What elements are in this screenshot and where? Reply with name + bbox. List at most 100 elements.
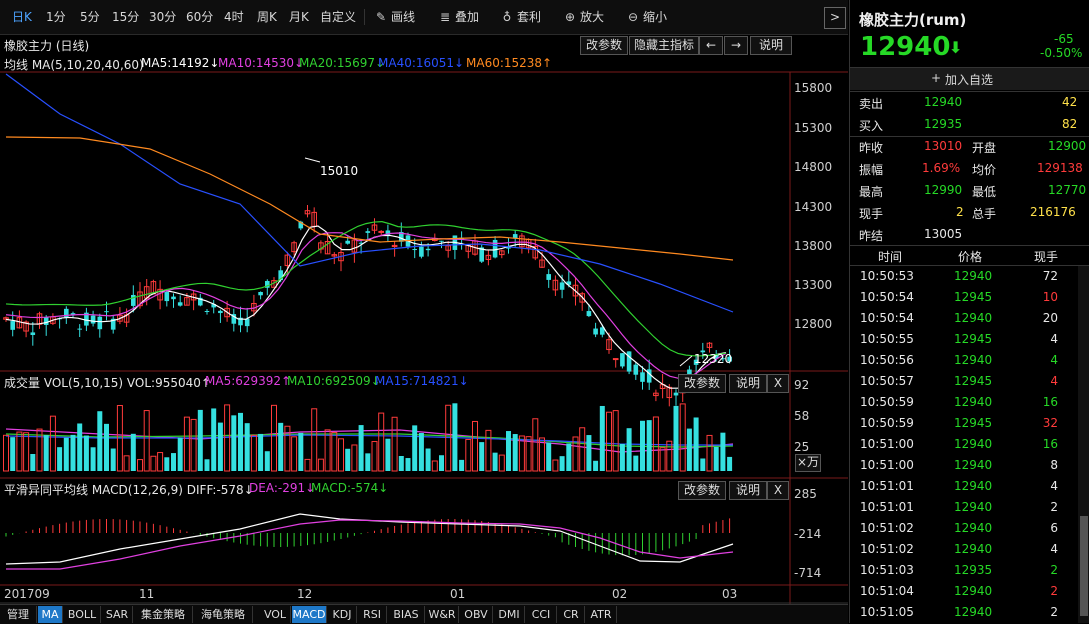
tab-bias[interactable]: BIAS	[388, 606, 425, 623]
candle	[492, 236, 498, 259]
candle	[190, 290, 197, 311]
arbitrage-button[interactable]: ♁ 套利	[500, 8, 541, 26]
period-60min[interactable]: 60分	[186, 8, 213, 26]
volume-bar	[371, 441, 378, 472]
volume-bar	[90, 447, 96, 471]
tab-vol[interactable]: VOL	[260, 606, 291, 623]
chart-canvas[interactable]: 15010 12320	[0, 34, 848, 604]
period-month-k[interactable]: 月K	[289, 8, 309, 26]
tick-price: 12940	[954, 479, 993, 493]
candle	[171, 293, 176, 308]
tick-price: 12940	[954, 605, 993, 619]
tab-rsi[interactable]: RSI	[358, 606, 387, 623]
candle	[304, 205, 311, 218]
tick-time: 10:50:54	[860, 311, 914, 325]
toolbar-next-button[interactable]: >	[824, 7, 846, 29]
zoom-in-button[interactable]: ⊕ 放大	[563, 8, 604, 26]
tab-sar[interactable]: SAR	[102, 606, 133, 623]
price-tick: 12800	[794, 317, 833, 331]
tick-qty: 2	[1050, 563, 1058, 577]
tab-macd[interactable]: MACD	[292, 606, 327, 623]
period-week-k[interactable]: 周K	[257, 8, 277, 26]
down-arrow-icon: ⬇	[949, 38, 963, 57]
candle	[546, 269, 551, 288]
macd-dea-value: DEA:-291↓	[249, 481, 316, 495]
tick-row: 10:51:00 12940 16	[850, 434, 1078, 455]
macd-close-button[interactable]: X	[767, 481, 789, 500]
tick-qty: 2	[1050, 605, 1058, 619]
tab-cr[interactable]: CR	[558, 606, 585, 623]
tab-dmi[interactable]: DMI	[494, 606, 525, 623]
stat-value-prev-settle: 13005	[924, 227, 963, 241]
draw-line-button[interactable]: ✎ 画线	[374, 8, 415, 26]
add-watchlist-button[interactable]: + 加入自选	[850, 68, 1089, 90]
volume-bar	[720, 432, 726, 471]
period-4h[interactable]: 4时	[224, 8, 244, 26]
bid-label: 买入	[859, 119, 884, 133]
macd-value: MACD:-574↓	[311, 481, 389, 495]
macd-params-button[interactable]: 改参数	[678, 481, 726, 500]
tick-time: 10:50:59	[860, 395, 914, 409]
candle	[612, 358, 619, 368]
tab-ma[interactable]: MA	[38, 606, 63, 623]
candle	[485, 249, 492, 266]
divider	[850, 91, 1089, 92]
volume-bar	[358, 425, 364, 471]
low-marker: 12320	[679, 352, 732, 367]
scrollbar-thumb[interactable]	[1080, 516, 1088, 616]
volume-bar	[445, 404, 452, 472]
time-axis-label: 201709	[4, 587, 50, 601]
candle	[258, 291, 263, 300]
volume-bar	[391, 416, 398, 472]
volume-bar	[143, 410, 150, 472]
volume-bar	[612, 410, 619, 472]
tab-obv[interactable]: OBV	[460, 606, 493, 623]
tab-manage[interactable]: 管理	[0, 606, 37, 623]
tick-list[interactable]: 10:50:53 12940 72 10:50:54 12945 10 10:50:54 12…	[850, 266, 1078, 623]
candle	[117, 307, 123, 325]
volume-bar	[197, 409, 203, 471]
period-5min[interactable]: 5分	[80, 8, 100, 26]
volume-bar	[317, 458, 324, 472]
period-30min[interactable]: 30分	[149, 8, 176, 26]
period-15min[interactable]: 15分	[112, 8, 139, 26]
tick-price: 12945	[954, 290, 993, 304]
tab-wr[interactable]: W&R	[426, 606, 459, 623]
volume-bar	[150, 455, 157, 472]
volume-bar	[238, 412, 243, 471]
candle	[36, 311, 43, 329]
tab-kdj[interactable]: KDJ	[328, 606, 357, 623]
period-1min[interactable]: 1分	[46, 8, 66, 26]
time-axis-label: 02	[612, 587, 628, 601]
stat-value-total-qty: 216176	[1030, 205, 1076, 219]
tick-qty: 16	[1042, 395, 1058, 409]
macd-help-button[interactable]: 说明	[729, 481, 767, 500]
volume-params-button[interactable]: 改参数	[678, 374, 726, 393]
volume-close-button[interactable]: X	[767, 374, 789, 393]
period-day-k[interactable]: 日K	[12, 8, 32, 26]
volume-bar	[412, 425, 418, 471]
volume-bar	[439, 455, 444, 471]
zoom-out-button[interactable]: ⊖ 缩小	[626, 8, 667, 26]
stat-value-avg: 129138	[1037, 161, 1083, 175]
volume-bar	[311, 408, 318, 472]
tab-atr[interactable]: ATR	[586, 606, 617, 623]
volume-help-button[interactable]: 说明	[729, 374, 767, 393]
candle	[177, 295, 183, 307]
tick-time: 10:50:55	[860, 332, 914, 346]
tick-row: 10:50:56 12940 4	[850, 350, 1078, 371]
tab-turtle-strategy[interactable]: 海龟策略	[194, 606, 253, 623]
tab-cci[interactable]: CCI	[526, 606, 557, 623]
tick-qty: 4	[1050, 542, 1058, 556]
add-watchlist-label: 加入自选	[945, 73, 994, 87]
tick-row: 10:51:02 12940 6	[850, 518, 1078, 539]
tick-row: 10:50:59 12940 16	[850, 392, 1078, 413]
volume-label: 成交量 VOL(5,10,15) VOL:955040↑	[4, 376, 211, 390]
overlay-button[interactable]: ≣ 叠加	[438, 8, 479, 26]
tab-boll[interactable]: BOLL	[64, 606, 101, 623]
tick-list-scrollbar[interactable]	[1078, 266, 1089, 623]
macd-tick: -214	[794, 527, 822, 541]
tab-jijin-strategy[interactable]: 集金策略	[134, 606, 193, 623]
volume-tick: 92	[794, 378, 810, 392]
period-custom[interactable]: 自定义	[320, 8, 356, 26]
